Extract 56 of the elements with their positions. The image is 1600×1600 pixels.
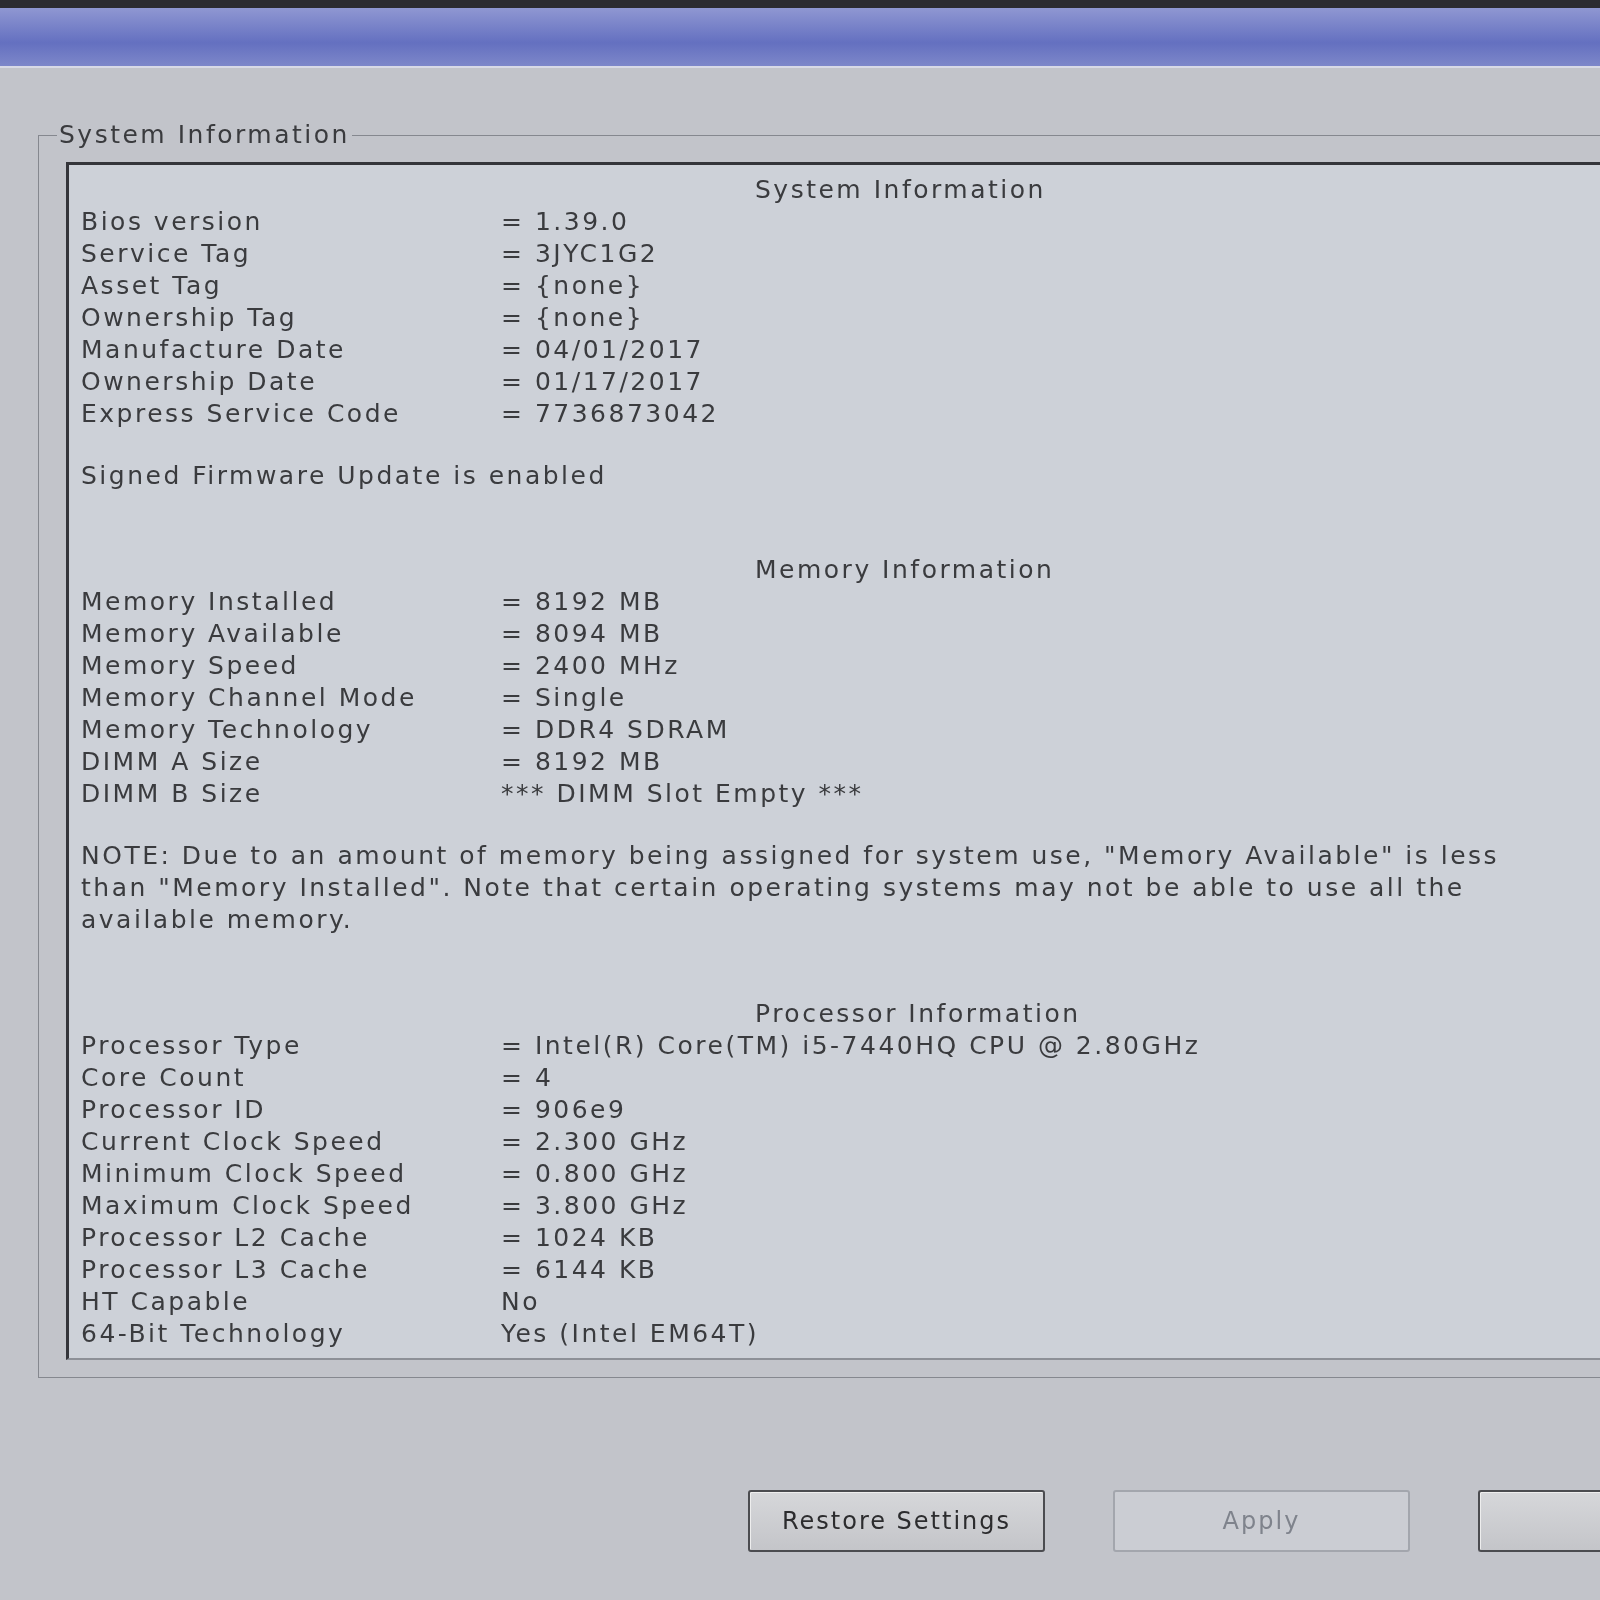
field-value: = 1.39.0	[501, 207, 630, 236]
field-label: Asset Tag	[81, 271, 223, 300]
field-value: *** DIMM Slot Empty ***	[501, 779, 864, 808]
field-label: Processor ID	[81, 1095, 266, 1124]
field-label: Processor Type	[81, 1031, 302, 1060]
field-label: Service Tag	[81, 239, 252, 268]
field-label: Express Service Code	[81, 399, 401, 428]
field-value: = Single	[501, 683, 627, 712]
field-label: Processor L2 Cache	[81, 1223, 370, 1252]
field-label: Manufacture Date	[81, 335, 346, 364]
field-value: Yes (Intel EM64T)	[501, 1319, 760, 1348]
field-value: = 7736873042	[501, 399, 719, 428]
field-label: Memory Installed	[81, 587, 338, 616]
field-label: Ownership Tag	[81, 303, 298, 332]
field-label: HT Capable	[81, 1287, 251, 1316]
field-value: = Intel(R) Core(TM) i5-7440HQ CPU @ 2.80GHz	[501, 1031, 1201, 1060]
field-value: = 4	[501, 1063, 554, 1092]
section-heading: Memory Information	[755, 555, 1055, 584]
field-label: Maximum Clock Speed	[81, 1191, 414, 1220]
field-label: 64-Bit Technology	[81, 1319, 346, 1348]
field-label: Memory Speed	[81, 651, 299, 680]
field-value: = 6144 KB	[501, 1255, 658, 1284]
field-value: = 01/17/2017	[501, 367, 704, 396]
section-heading: System Information	[755, 175, 1046, 204]
field-label: DIMM A Size	[81, 747, 263, 776]
field-value: = 0.800 GHz	[501, 1159, 689, 1188]
field-value: = {none}	[501, 271, 645, 300]
section-heading: Processor Information	[755, 999, 1081, 1028]
field-label: Ownership Date	[81, 367, 317, 396]
group-box-legend: System Information	[57, 119, 352, 151]
field-value: = 3JYC1G2	[501, 239, 659, 268]
note-text: NOTE: Due to an amount of memory being assigned for system use, "Memory Available" is less than "Memory Installed". Note that certain operating systems may not be able to use all the available memory.	[81, 841, 1500, 934]
note-text: Signed Firmware Update is enabled	[81, 461, 607, 490]
field-label: Core Count	[81, 1063, 247, 1092]
field-value: = 3.800 GHz	[501, 1191, 689, 1220]
field-label: Processor L3 Cache	[81, 1255, 370, 1284]
field-value: = {none}	[501, 303, 645, 332]
field-value: No	[501, 1287, 540, 1316]
field-value: = DDR4 SDRAM	[501, 715, 730, 744]
field-value: = 8192 MB	[501, 587, 663, 616]
field-label: DIMM B Size	[81, 779, 263, 808]
blank-button[interactable]	[1478, 1490, 1600, 1552]
field-label: Memory Technology	[81, 715, 374, 744]
field-label: Current Clock Speed	[81, 1127, 385, 1156]
field-value: = 8192 MB	[501, 747, 663, 776]
field-label: Minimum Clock Speed	[81, 1159, 407, 1188]
field-label: Memory Channel Mode	[81, 683, 417, 712]
field-label: Bios version	[81, 207, 263, 236]
field-value: = 8094 MB	[501, 619, 663, 648]
field-value: = 2.300 GHz	[501, 1127, 689, 1156]
field-value: = 2400 MHz	[501, 651, 680, 680]
dialog-button[interactable]: Restore Settings	[748, 1490, 1045, 1552]
field-label: Memory Available	[81, 619, 344, 648]
field-value: = 1024 KB	[501, 1223, 658, 1252]
field-value: = 906e9	[501, 1095, 627, 1124]
field-value: = 04/01/2017	[501, 335, 704, 364]
